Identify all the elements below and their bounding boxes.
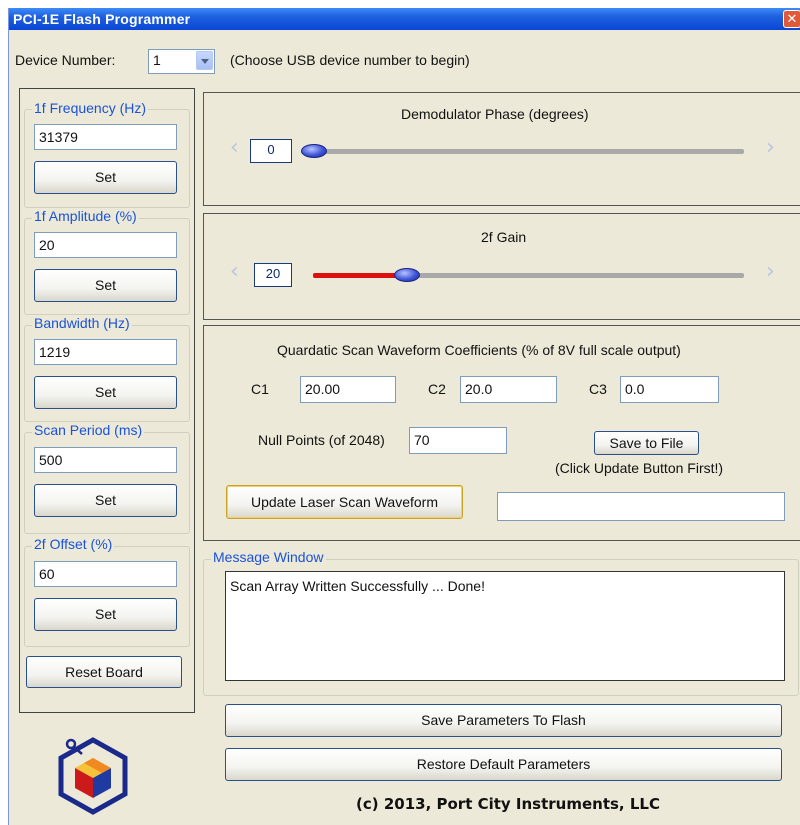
waveform-status-field[interactable]: [497, 492, 785, 521]
demod-right-chevron-icon[interactable]: ›: [766, 135, 775, 160]
c3-label: C3: [589, 381, 607, 397]
save-to-file-hint: (Click Update Button First!): [555, 460, 724, 476]
gain-value[interactable]: 20: [254, 263, 292, 287]
set-frequency-button[interactable]: Set: [34, 161, 177, 194]
set-amplitude-button[interactable]: Set: [34, 269, 177, 302]
c3-input[interactable]: 0.0: [620, 376, 719, 403]
gain-fill: [313, 273, 407, 278]
gain-right-chevron-icon[interactable]: ›: [766, 259, 775, 284]
save-flash-label: Save Parameters To Flash: [421, 712, 586, 728]
restore-defaults-label: Restore Default Parameters: [416, 756, 591, 772]
restore-default-parameters-button[interactable]: Restore Default Parameters: [225, 748, 782, 781]
device-number-select[interactable]: 1: [148, 49, 215, 74]
app-window: PCI-1E Flash Programmer ✕ Device Number:…: [8, 8, 800, 825]
set-bandwidth-button[interactable]: Set: [34, 376, 177, 409]
demodulator-phase-thumb[interactable]: [301, 144, 327, 158]
offset-legend: 2f Offset (%): [32, 536, 115, 552]
message-window-text[interactable]: Scan Array Written Successfully ... Done…: [225, 571, 785, 681]
device-hint: (Choose USB device number to begin): [230, 52, 470, 68]
gain-title: 2f Gain: [481, 229, 527, 245]
scan-period-input[interactable]: 500: [34, 447, 177, 473]
offset-input[interactable]: 60: [34, 561, 177, 587]
amplitude-input[interactable]: 20: [34, 232, 177, 258]
save-to-file-button[interactable]: Save to File: [594, 431, 699, 455]
update-waveform-label: Update Laser Scan Waveform: [250, 494, 438, 510]
save-to-file-label: Save to File: [609, 435, 684, 451]
company-logo: [58, 737, 128, 815]
demodulator-phase-title: Demodulator Phase (degrees): [401, 106, 589, 122]
frequency-legend: 1f Frequency (Hz): [32, 100, 149, 116]
set-amplitude-label: Set: [94, 277, 116, 293]
c2-label: C2: [428, 381, 446, 397]
save-parameters-to-flash-button[interactable]: Save Parameters To Flash: [225, 704, 782, 737]
c1-label: C1: [251, 381, 269, 397]
set-frequency-label: Set: [94, 169, 116, 185]
window-title: PCI-1E Flash Programmer: [13, 11, 191, 27]
gain-left-chevron-icon[interactable]: ‹: [230, 259, 239, 284]
device-number-value: 1: [153, 52, 161, 68]
reset-board-label: Reset Board: [65, 664, 143, 680]
bandwidth-legend: Bandwidth (Hz): [32, 315, 132, 331]
set-offset-label: Set: [94, 606, 116, 622]
reset-board-button[interactable]: Reset Board: [26, 656, 182, 688]
copyright-text: (c) 2013, Port City Instruments, LLC: [356, 795, 660, 813]
set-scan-period-button[interactable]: Set: [34, 484, 177, 517]
c1-input[interactable]: 20.00: [300, 376, 396, 403]
demodulator-phase-track[interactable]: [301, 149, 744, 154]
title-bar[interactable]: PCI-1E Flash Programmer ✕: [9, 8, 800, 30]
set-bandwidth-label: Set: [94, 384, 116, 400]
message-window-legend: Message Window: [211, 549, 326, 565]
scan-period-legend: Scan Period (ms): [32, 422, 145, 438]
chevron-down-icon[interactable]: [196, 51, 213, 70]
set-offset-button[interactable]: Set: [34, 598, 177, 631]
c2-input[interactable]: 20.0: [460, 376, 557, 403]
amplitude-legend: 1f Amplitude (%): [32, 208, 139, 224]
null-points-input[interactable]: 70: [409, 427, 507, 454]
set-scan-period-label: Set: [94, 492, 116, 508]
demodulator-phase-value[interactable]: 0: [250, 139, 292, 163]
frequency-input[interactable]: 31379: [34, 124, 177, 150]
update-laser-scan-waveform-button[interactable]: Update Laser Scan Waveform: [226, 485, 463, 519]
gain-thumb[interactable]: [394, 268, 420, 282]
scan-waveform-title: Quardatic Scan Waveform Coefficients (% …: [277, 342, 681, 358]
close-icon[interactable]: ✕: [783, 10, 800, 28]
device-number-label: Device Number:: [15, 52, 116, 68]
demod-left-chevron-icon[interactable]: ‹: [230, 135, 239, 160]
null-points-label: Null Points (of 2048): [258, 432, 385, 448]
bandwidth-input[interactable]: 1219: [34, 339, 177, 365]
